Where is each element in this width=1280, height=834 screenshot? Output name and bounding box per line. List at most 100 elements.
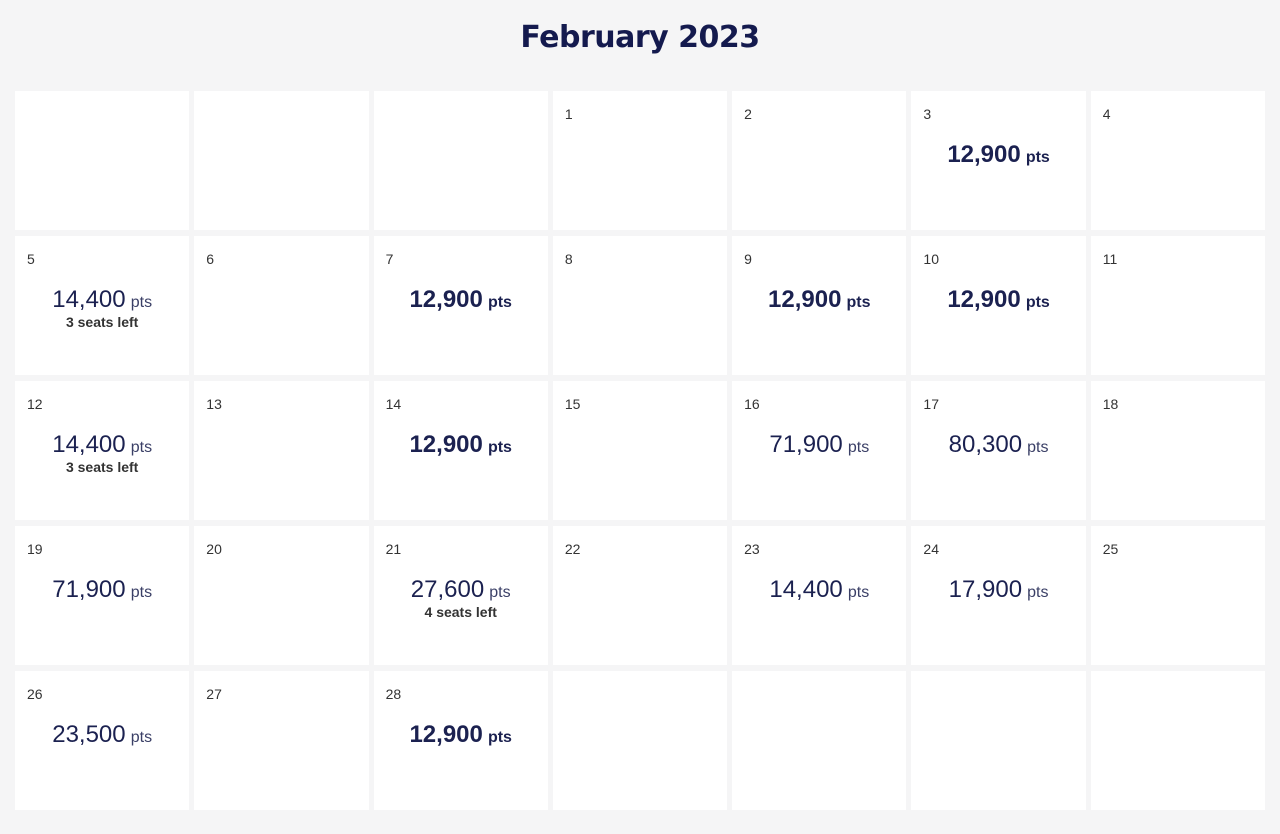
day-number: 11	[1102, 251, 1118, 267]
points-amount: 14,400	[52, 286, 126, 313]
calendar-day-11: 11	[1090, 236, 1265, 375]
award-price[interactable]: 17,900 pts	[911, 578, 1085, 602]
award-price[interactable]: 71,900 pts	[732, 433, 906, 457]
points-amount: 12,900	[409, 431, 483, 458]
calendar-day-9[interactable]: 9 12,900 pts	[732, 236, 907, 375]
points-unit-label: pts	[487, 439, 512, 456]
day-number: 27	[206, 686, 222, 702]
points-unit-label: pts	[846, 294, 871, 311]
award-price[interactable]: 14,400 pts	[15, 288, 189, 312]
points-amount: 80,300	[948, 431, 1023, 458]
points-unit-label: pts	[847, 439, 870, 456]
points-amount: 12,900	[768, 286, 842, 313]
calendar-day-3[interactable]: 3 12,900 pts	[911, 91, 1086, 230]
points-amount: 17,900	[948, 576, 1023, 603]
calendar-day-23[interactable]: 23 14,400 pts	[732, 526, 907, 665]
day-number: 26	[27, 686, 43, 702]
day-number: 15	[564, 396, 581, 412]
day-number: 22	[564, 541, 581, 557]
calendar-day-27: 27	[194, 671, 369, 810]
calendar-day-7[interactable]: 7 12,900 pts	[373, 236, 548, 375]
calendar-day-2: 2	[732, 91, 907, 230]
empty-calendar-cell	[194, 91, 369, 230]
award-price[interactable]: 14,400 pts	[732, 578, 906, 602]
seats-left-badge: 4 seats left	[424, 604, 497, 620]
points-amount: 12,900	[947, 286, 1021, 313]
seats-left-badge: 3 seats left	[65, 314, 139, 330]
calendar-day-13: 13	[194, 381, 369, 520]
points-unit-label: pts	[130, 294, 153, 311]
points-unit-label: pts	[130, 729, 153, 746]
calendar-day-24[interactable]: 24 17,900 pts	[911, 526, 1086, 665]
points-amount: 71,900	[769, 431, 843, 458]
calendar-day-1: 1	[552, 91, 728, 230]
lowest-award-price[interactable]: 12,900 pts	[732, 288, 906, 312]
day-number: 18	[1102, 396, 1119, 412]
lowest-award-price[interactable]: 12,900 pts	[911, 143, 1085, 167]
day-number: 23	[744, 541, 760, 557]
calendar-day-14[interactable]: 14 12,900 pts	[373, 381, 548, 520]
award-price[interactable]: 27,600 pts	[374, 578, 548, 602]
calendar-day-19[interactable]: 19 71,900 pts	[15, 526, 190, 665]
day-number: 19	[27, 541, 43, 557]
points-amount: 23,500	[52, 721, 126, 748]
points-unit-label: pts	[847, 584, 870, 601]
day-number: 7	[385, 251, 394, 267]
day-number: 28	[385, 686, 402, 702]
award-price[interactable]: 23,500 pts	[15, 723, 189, 747]
lowest-award-price[interactable]: 12,900 pts	[374, 723, 548, 747]
day-number: 10	[923, 251, 939, 267]
calendar-month-title: February 2023	[520, 20, 760, 55]
points-unit-label: pts	[489, 584, 511, 601]
calendar-day-16[interactable]: 16 71,900 pts	[732, 381, 907, 520]
points-unit-label: pts	[1027, 584, 1049, 601]
lowest-award-price[interactable]: 12,900 pts	[374, 433, 548, 457]
day-number: 3	[923, 106, 932, 122]
calendar-grid: 1 2 3 12,900 pts 4 5 14,400 pts 3 seats left 6 7 1…	[15, 91, 1265, 810]
points-unit-label: pts	[130, 584, 153, 601]
day-number: 1	[564, 106, 573, 122]
calendar-day-10[interactable]: 10 12,900 pts	[911, 236, 1086, 375]
calendar-day-18: 18	[1090, 381, 1265, 520]
points-unit-label: pts	[1025, 294, 1050, 311]
calendar-day-4: 4	[1090, 91, 1265, 230]
lowest-award-price[interactable]: 12,900 pts	[374, 288, 548, 312]
calendar-day-28[interactable]: 28 12,900 pts	[373, 671, 548, 810]
award-price[interactable]: 71,900 pts	[15, 578, 189, 602]
day-number: 8	[564, 251, 573, 267]
award-price[interactable]: 14,400 pts	[15, 433, 189, 457]
day-number: 17	[923, 396, 939, 412]
empty-calendar-cell	[15, 91, 190, 230]
calendar-day-12[interactable]: 12 14,400 pts 3 seats left	[15, 381, 190, 520]
award-price[interactable]: 80,300 pts	[911, 433, 1085, 457]
points-unit-label: pts	[1025, 149, 1050, 166]
calendar-day-26[interactable]: 26 23,500 pts	[15, 671, 190, 810]
calendar-day-20: 20	[194, 526, 369, 665]
empty-calendar-cell	[1090, 671, 1265, 810]
calendar-day-5[interactable]: 5 14,400 pts 3 seats left	[15, 236, 190, 375]
calendar-day-17[interactable]: 17 80,300 pts	[911, 381, 1086, 520]
points-amount: 27,600	[410, 576, 485, 603]
day-number: 16	[744, 396, 760, 412]
points-unit-label: pts	[487, 729, 512, 746]
day-number: 2	[744, 106, 752, 122]
calendar-day-8: 8	[552, 236, 728, 375]
day-number: 12	[27, 396, 43, 412]
points-unit-label: pts	[1027, 439, 1049, 456]
calendar-day-15: 15	[552, 381, 728, 520]
points-amount: 12,900	[409, 286, 483, 313]
day-number: 25	[1102, 541, 1119, 557]
day-number: 4	[1102, 106, 1111, 122]
calendar-day-25: 25	[1090, 526, 1265, 665]
day-number: 20	[206, 541, 222, 557]
lowest-award-price[interactable]: 12,900 pts	[911, 288, 1085, 312]
points-amount: 14,400	[769, 576, 843, 603]
points-amount: 12,900	[409, 721, 483, 748]
points-unit-label: pts	[130, 439, 153, 456]
day-number: 5	[27, 251, 35, 267]
day-number: 24	[923, 541, 939, 557]
points-amount: 12,900	[947, 141, 1021, 168]
day-number: 13	[206, 396, 222, 412]
calendar-day-21[interactable]: 21 27,600 pts 4 seats left	[373, 526, 548, 665]
points-amount: 71,900	[52, 576, 126, 603]
